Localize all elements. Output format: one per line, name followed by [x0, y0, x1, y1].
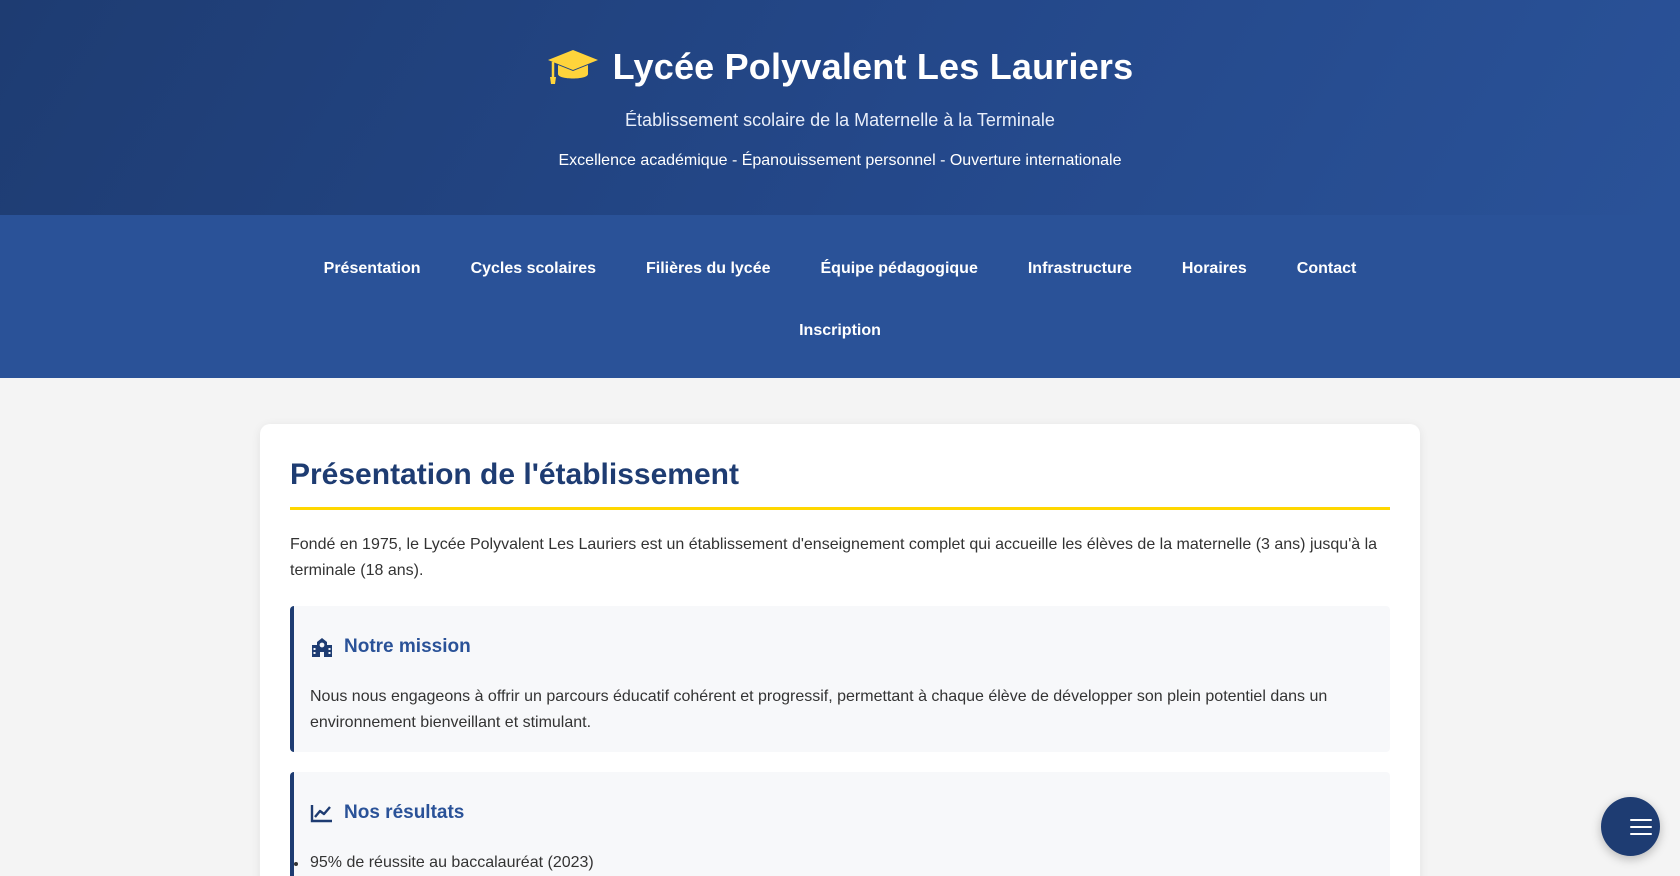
- nav-link-inscription[interactable]: Inscription: [774, 315, 906, 347]
- nav-link-cycles-scolaires[interactable]: Cycles scolaires: [446, 253, 621, 285]
- menu-icon: [1629, 818, 1652, 835]
- nav-link-horaires[interactable]: Horaires: [1157, 253, 1272, 285]
- menu-button[interactable]: [1601, 797, 1660, 856]
- nav-link-contact[interactable]: Contact: [1272, 253, 1382, 285]
- site-subtitle: Établissement scolaire de la Maternelle …: [625, 110, 1055, 130]
- list-item: 95% de réussite au baccalauréat (2023): [294, 850, 1372, 876]
- results-box: Nos résultats 95% de réussite au baccala…: [290, 772, 1390, 876]
- presentation-section: Présentation de l'établissement Fondé en…: [260, 424, 1420, 876]
- site-title: Lycée Polyvalent Les Lauriers: [612, 46, 1134, 87]
- chart-line-icon: [310, 805, 332, 823]
- main-nav: Présentation Cycles scolaires Filières d…: [0, 215, 1680, 378]
- site-title-row: Lycée Polyvalent Les Lauriers: [0, 46, 1680, 88]
- nav-row: Présentation Cycles scolaires Filières d…: [0, 253, 1680, 285]
- mission-title-row: Notre mission: [310, 636, 1372, 658]
- intro-paragraph: Fondé en 1975, le Lycée Polyvalent Les L…: [290, 536, 1378, 579]
- school-icon: [312, 638, 332, 657]
- results-title: Nos résultats: [344, 802, 465, 823]
- mission-box: Notre mission Nous nous engageons à offr…: [290, 606, 1390, 752]
- site-header: Lycée Polyvalent Les Lauriers Établissem…: [0, 0, 1680, 215]
- results-list: 95% de réussite au baccalauréat (2023): [294, 850, 1372, 876]
- site-tagline: Excellence académique - Épanouissement p…: [558, 152, 1122, 169]
- nav-link-presentation[interactable]: Présentation: [299, 253, 446, 285]
- results-title-row: Nos résultats: [310, 802, 1372, 824]
- mission-text: Nous nous engageons à offrir un parcours…: [310, 688, 1328, 731]
- mission-title: Notre mission: [344, 636, 471, 657]
- nav-row: Inscription: [0, 315, 1680, 347]
- nav-link-infrastructure[interactable]: Infrastructure: [1003, 253, 1157, 285]
- graduation-cap-icon: [547, 50, 598, 84]
- section-heading: Présentation de l'établissement: [290, 458, 1390, 510]
- nav-link-equipe-pedagogique[interactable]: Équipe pédagogique: [796, 253, 1003, 285]
- nav-link-filieres[interactable]: Filières du lycée: [621, 253, 796, 285]
